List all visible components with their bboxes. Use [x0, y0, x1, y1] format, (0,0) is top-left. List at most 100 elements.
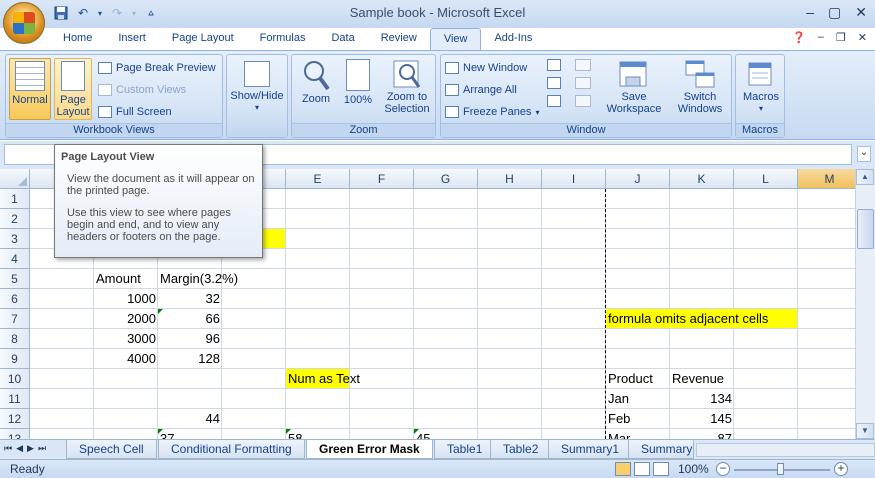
select-all-button[interactable]: [0, 169, 30, 189]
page-break-preview-button[interactable]: Page Break Preview: [98, 59, 216, 77]
normal-view-button[interactable]: Normal: [9, 58, 51, 120]
zoom-level[interactable]: 100%: [678, 462, 709, 476]
column-header-i[interactable]: I: [542, 169, 606, 189]
page-break-shortcut-icon[interactable]: [653, 462, 669, 476]
reset-window-position-icon[interactable]: [575, 95, 591, 107]
error-indicator-icon[interactable]: [158, 429, 163, 434]
row-header-5[interactable]: 5: [0, 269, 30, 289]
vertical-scrollbar[interactable]: ▲ ▼: [855, 169, 875, 439]
column-header-j[interactable]: J: [606, 169, 670, 189]
sheet-tab-green-error-mask[interactable]: Green Error Mask: [306, 440, 433, 459]
tab-review[interactable]: Review: [368, 28, 430, 50]
cell-k10[interactable]: Revenue: [670, 369, 726, 389]
office-button[interactable]: [3, 2, 45, 44]
row-header-8[interactable]: 8: [0, 329, 30, 349]
scroll-down-icon[interactable]: ▼: [856, 423, 874, 439]
column-header-k[interactable]: K: [670, 169, 734, 189]
hide-window-icon[interactable]: [547, 77, 561, 89]
minimize-button[interactable]: –: [806, 4, 814, 21]
error-indicator-icon[interactable]: [158, 309, 163, 314]
zoom-out-button[interactable]: −: [716, 462, 730, 476]
sheet-tab-speech-cell[interactable]: Speech Cell: [66, 440, 157, 459]
row-header-9[interactable]: 9: [0, 349, 30, 369]
sheet-tab-summary[interactable]: Summary: [628, 440, 694, 459]
page-layout-shortcut-icon[interactable]: [634, 462, 650, 476]
normal-view-shortcut-icon[interactable]: [615, 462, 631, 476]
tab-insert[interactable]: Insert: [105, 28, 159, 50]
workbook-minimize-button[interactable]: –: [818, 31, 824, 44]
next-sheet-icon[interactable]: ▶: [27, 443, 34, 454]
new-window-button[interactable]: New Window: [445, 59, 540, 77]
sheet-tab-table1[interactable]: Table1: [434, 440, 496, 459]
cell-c5[interactable]: Margin(3.2%): [158, 269, 240, 289]
tab-home[interactable]: Home: [50, 28, 105, 50]
sheet-tab-table2[interactable]: Table2: [490, 440, 552, 459]
synchronous-scrolling-icon[interactable]: [575, 77, 591, 89]
row-header-13[interactable]: 13: [0, 429, 30, 439]
tab-formulas[interactable]: Formulas: [247, 28, 319, 50]
column-header-f[interactable]: F: [350, 169, 414, 189]
cell-j12[interactable]: Feb: [606, 409, 632, 429]
workbook-restore-button[interactable]: ❐: [836, 31, 846, 44]
close-button[interactable]: ✕: [855, 4, 867, 21]
cell-c6[interactable]: 32: [158, 289, 222, 309]
prev-sheet-icon[interactable]: ◀: [16, 443, 23, 454]
cell-b5[interactable]: Amount: [94, 269, 143, 289]
maximize-button[interactable]: ▢: [828, 4, 841, 21]
split-icon[interactable]: [547, 59, 561, 71]
scroll-up-icon[interactable]: ▲: [856, 169, 874, 185]
cell-c12[interactable]: 44: [158, 409, 222, 429]
view-side-by-side-icon[interactable]: [575, 59, 591, 71]
cell-j13[interactable]: Mar: [606, 429, 632, 439]
column-header-l[interactable]: L: [734, 169, 798, 189]
show-hide-button[interactable]: Show/Hide ▾: [229, 61, 285, 114]
page-layout-view-button[interactable]: Page Layout: [54, 58, 92, 120]
zoom-to-selection-button[interactable]: Zoom to Selection: [380, 59, 434, 115]
row-header-4[interactable]: 4: [0, 249, 30, 269]
cell-b9[interactable]: 4000: [94, 349, 158, 369]
error-indicator-icon[interactable]: [414, 429, 419, 434]
row-header-3[interactable]: 3: [0, 229, 30, 249]
sheet-tab-conditional-formatting[interactable]: Conditional Formatting: [158, 440, 305, 459]
cell-k11[interactable]: 134: [670, 389, 734, 409]
cell-j7[interactable]: formula omits adjacent cells: [606, 309, 770, 329]
cell-c8[interactable]: 96: [158, 329, 222, 349]
save-workspace-button[interactable]: Save Workspace: [601, 59, 667, 115]
arrange-all-button[interactable]: Arrange All: [445, 81, 540, 99]
cell-k13[interactable]: 87: [670, 429, 734, 439]
custom-views-button[interactable]: Custom Views: [98, 81, 216, 99]
scroll-thumb[interactable]: [857, 209, 874, 249]
error-indicator-icon[interactable]: [286, 429, 291, 434]
cell-j11[interactable]: Jan: [606, 389, 631, 409]
full-screen-button[interactable]: Full Screen: [98, 103, 216, 121]
tab-add-ins[interactable]: Add-Ins: [481, 28, 545, 50]
tab-page-layout[interactable]: Page Layout: [159, 28, 247, 50]
zoom-slider-thumb[interactable]: [777, 463, 784, 475]
row-header-6[interactable]: 6: [0, 289, 30, 309]
horizontal-scrollbar[interactable]: [696, 443, 875, 457]
macros-button[interactable]: Macros ▾: [738, 59, 784, 115]
cell-j10[interactable]: Product: [606, 369, 655, 389]
row-header-1[interactable]: 1: [0, 189, 30, 209]
freeze-panes-button[interactable]: Freeze Panes ▾: [445, 103, 540, 121]
column-header-e[interactable]: E: [286, 169, 350, 189]
row-header-11[interactable]: 11: [0, 389, 30, 409]
cell-c9[interactable]: 128: [158, 349, 222, 369]
column-header-g[interactable]: G: [414, 169, 478, 189]
cell-b7[interactable]: 2000: [94, 309, 158, 329]
zoom-button[interactable]: Zoom: [296, 59, 336, 105]
cell-b8[interactable]: 3000: [94, 329, 158, 349]
unhide-window-icon[interactable]: [547, 95, 561, 107]
row-header-2[interactable]: 2: [0, 209, 30, 229]
first-sheet-icon[interactable]: ⏮: [4, 443, 12, 454]
tab-data[interactable]: Data: [318, 28, 367, 50]
column-header-h[interactable]: H: [478, 169, 542, 189]
zoom-in-button[interactable]: +: [834, 462, 848, 476]
column-header-m[interactable]: M: [798, 169, 855, 189]
tab-view[interactable]: View: [429, 28, 482, 51]
cell-b6[interactable]: 1000: [94, 289, 158, 309]
workbook-close-button[interactable]: ✕: [858, 31, 867, 44]
cell-c7[interactable]: 66: [158, 309, 222, 329]
help-icon[interactable]: ❓: [792, 31, 806, 44]
cell-e10[interactable]: Num as Text: [286, 369, 362, 389]
